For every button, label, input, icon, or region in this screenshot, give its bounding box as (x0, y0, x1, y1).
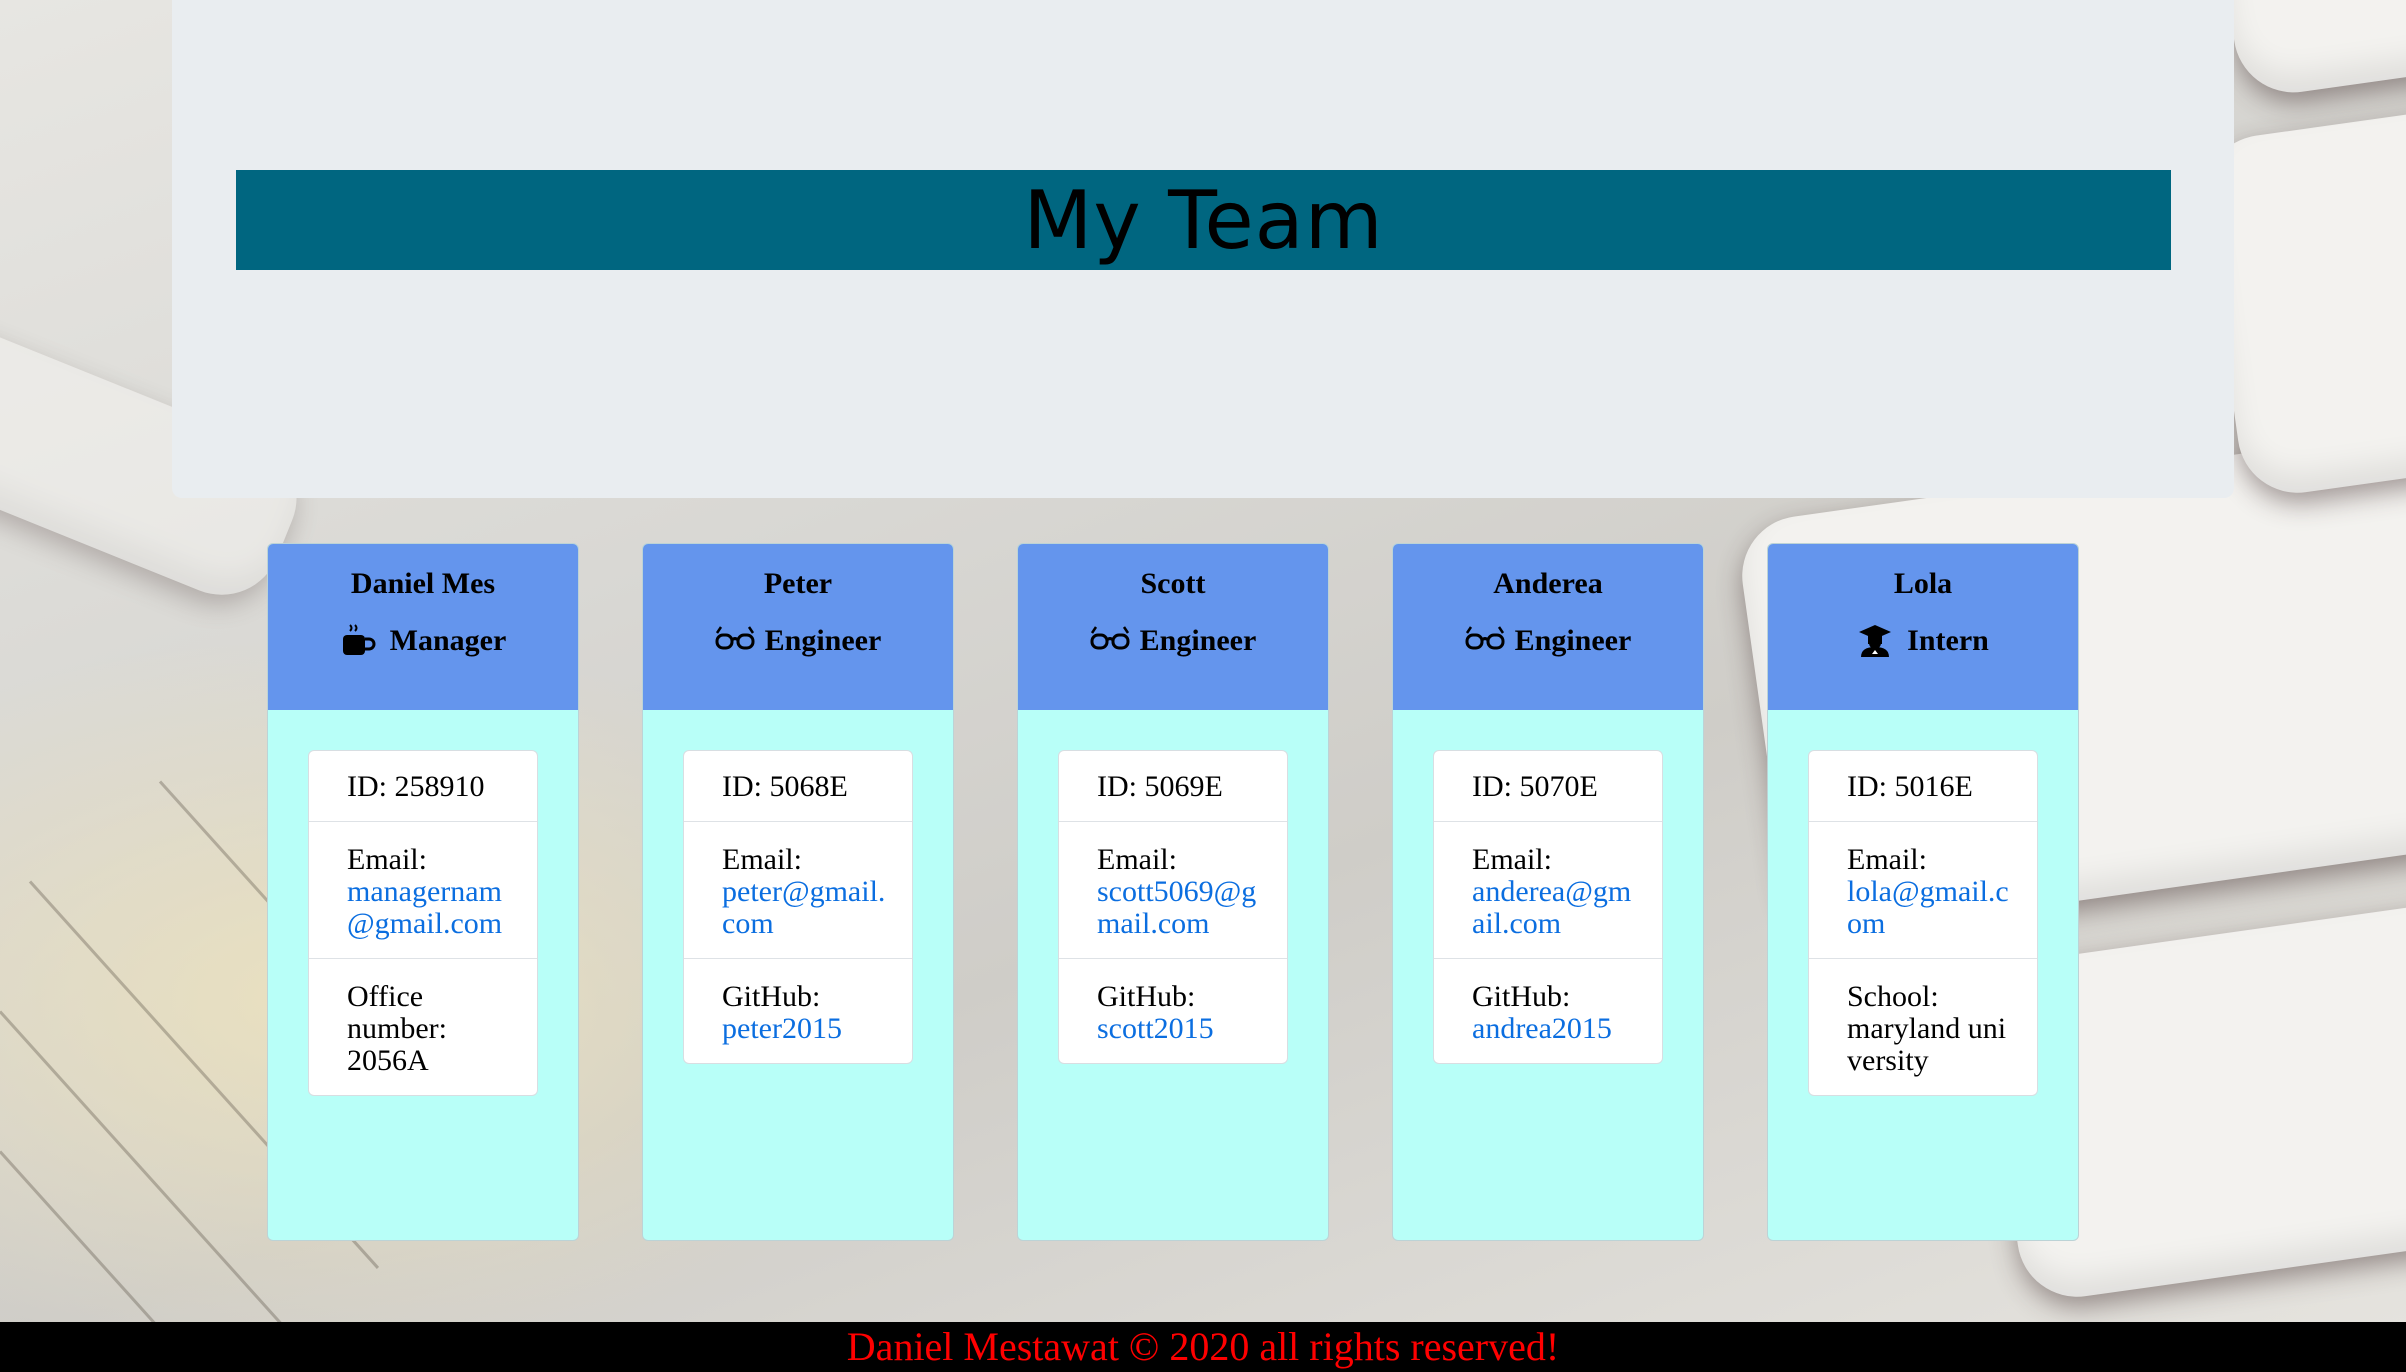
team-cards: Daniel Mes Manager ID: 258910 Email: man… (267, 543, 2079, 1241)
employee-role: Intern (1768, 621, 2078, 661)
employee-role: Engineer (1018, 621, 1328, 661)
email-item: Email: managernam@gmail.com (309, 821, 537, 958)
glasses-icon (1465, 623, 1505, 659)
card-body: ID: 5068E Email: peter@gmail.com GitHub:… (643, 710, 953, 1064)
employee-card: Anderea Engineer ID: 5070E Email: andere… (1392, 543, 1704, 1241)
extra-label: GitHub: (722, 980, 821, 1013)
email-label: Email: (722, 843, 802, 876)
glasses-icon (715, 623, 755, 659)
id-item: ID: 5070E (1472, 770, 1598, 803)
extra-item: School: maryland university (1809, 958, 2037, 1095)
id-item: ID: 5068E (722, 770, 848, 803)
github-link[interactable]: scott2015 (1097, 1012, 1214, 1045)
extra-label: Office number: (347, 980, 447, 1045)
footer: Daniel Mestawat © 2020 all rights reserv… (0, 1322, 2406, 1372)
email-link[interactable]: peter@gmail.com (722, 875, 885, 940)
id-item: ID: 5016E (1847, 770, 1973, 803)
card-header: Daniel Mes Manager (268, 544, 578, 710)
card-body: ID: 5070E Email: anderea@gmail.com GitHu… (1393, 710, 1703, 1064)
role-label: Engineer (1514, 624, 1632, 657)
email-link[interactable]: scott5069@gmail.com (1097, 875, 1256, 940)
employee-card: Lola Intern ID: 5016E Email: lola@gmail.… (1767, 543, 2079, 1241)
email-item: Email: anderea@gmail.com (1434, 821, 1662, 958)
employee-card: Peter Engineer ID: 5068E Email: peter@gm… (642, 543, 954, 1241)
email-link[interactable]: anderea@gmail.com (1472, 875, 1631, 940)
info-list: ID: 258910 Email: managernam@gmail.com O… (308, 750, 538, 1096)
id-item: ID: 258910 (347, 770, 485, 803)
info-list: ID: 5070E Email: anderea@gmail.com GitHu… (1433, 750, 1663, 1064)
page-title: My Team (1023, 173, 1384, 267)
card-header: Lola Intern (1768, 544, 2078, 710)
glasses-icon (1090, 623, 1130, 659)
github-link[interactable]: andrea2015 (1472, 1012, 1612, 1045)
email-item: Email: lola@gmail.com (1809, 821, 2037, 958)
extra-item: GitHub: peter2015 (684, 958, 912, 1063)
coffee-icon (340, 623, 376, 659)
role-label: Intern (1907, 624, 1989, 657)
employee-name: Peter (763, 567, 833, 600)
email-item: Email: scott5069@gmail.com (1059, 821, 1287, 958)
employee-card: Scott Engineer ID: 5069E Email: scott506… (1017, 543, 1329, 1241)
email-label: Email: (347, 843, 427, 876)
email-label: Email: (1847, 843, 1927, 876)
extra-value: maryland university (1847, 1012, 2007, 1077)
email-link[interactable]: lola@gmail.com (1847, 875, 2009, 940)
card-body: ID: 5069E Email: scott5069@gmail.com Git… (1018, 710, 1328, 1064)
employee-name: Daniel Mes (350, 567, 496, 600)
card-header: Scott Engineer (1018, 544, 1328, 710)
graduate-icon (1857, 623, 1893, 659)
info-list: ID: 5068E Email: peter@gmail.com GitHub:… (683, 750, 913, 1064)
info-list: ID: 5016E Email: lola@gmail.com School: … (1808, 750, 2038, 1096)
background-keycap (2220, 0, 2406, 101)
extra-label: School: (1847, 980, 1939, 1013)
github-link[interactable]: peter2015 (722, 1012, 842, 1045)
title-bar: My Team (236, 170, 2171, 270)
background-line (0, 1010, 309, 1322)
extra-item: Office number: 2056A (309, 958, 537, 1095)
extra-label: GitHub: (1472, 980, 1571, 1013)
extra-label: GitHub: (1097, 980, 1196, 1013)
email-label: Email: (1472, 843, 1552, 876)
employee-name: Anderea (1493, 567, 1603, 600)
extra-value: 2056A (347, 1044, 429, 1077)
employee-role: Engineer (1393, 621, 1703, 661)
card-body: ID: 258910 Email: managernam@gmail.com O… (268, 710, 578, 1096)
employee-name: Scott (1140, 567, 1206, 600)
footer-text: Daniel Mestawat © 2020 all rights reserv… (846, 1324, 1560, 1369)
role-label: Engineer (764, 624, 882, 657)
id-item: ID: 5069E (1097, 770, 1223, 803)
employee-role: Engineer (643, 621, 953, 661)
email-label: Email: (1097, 843, 1177, 876)
extra-item: GitHub: andrea2015 (1434, 958, 1662, 1063)
card-header: Peter Engineer (643, 544, 953, 710)
info-list: ID: 5069E Email: scott5069@gmail.com Git… (1058, 750, 1288, 1064)
employee-role: Manager (268, 621, 578, 661)
extra-item: GitHub: scott2015 (1059, 958, 1287, 1063)
role-label: Manager (389, 624, 507, 657)
employee-name: Lola (1893, 567, 1953, 600)
email-item: Email: peter@gmail.com (684, 821, 912, 958)
employee-card: Daniel Mes Manager ID: 258910 Email: man… (267, 543, 579, 1241)
role-label: Engineer (1139, 624, 1257, 657)
card-header: Anderea Engineer (1393, 544, 1703, 710)
card-body: ID: 5016E Email: lola@gmail.com School: … (1768, 710, 2078, 1096)
email-link[interactable]: managernam@gmail.com (347, 875, 502, 940)
